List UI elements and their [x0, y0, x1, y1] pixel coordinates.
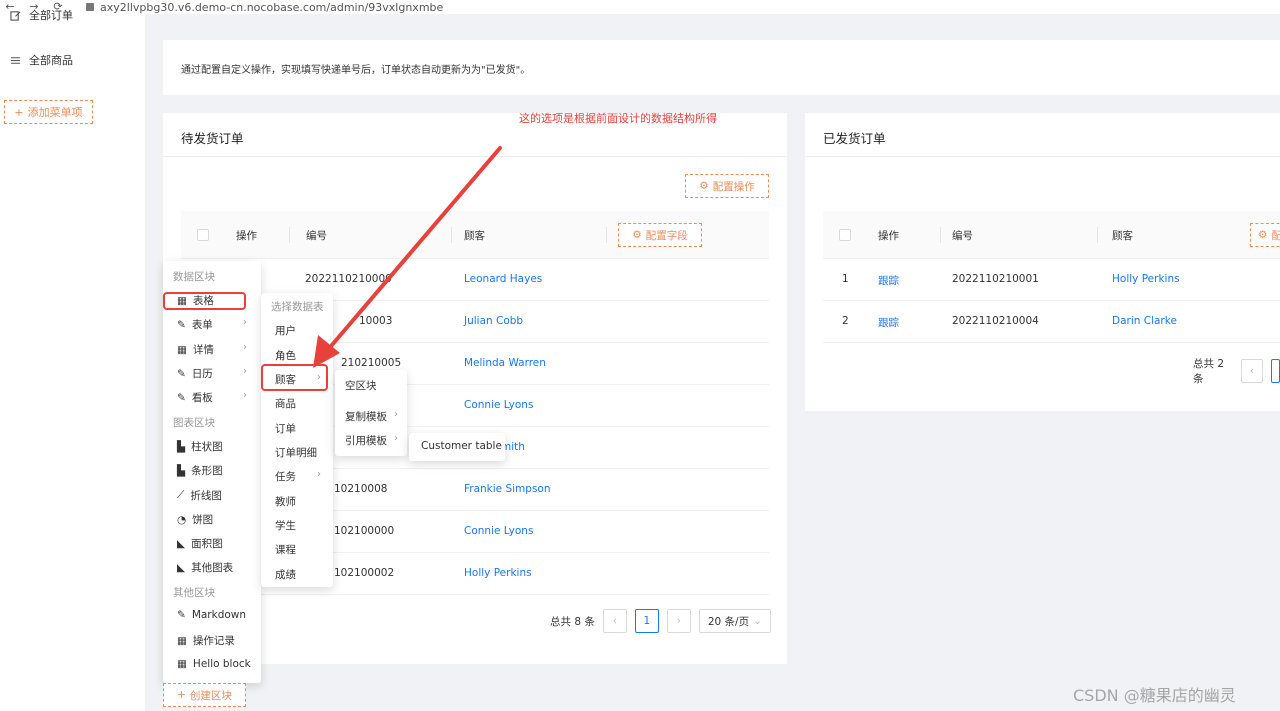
annotation-arrow-icon	[313, 146, 502, 368]
create-block-button[interactable]: + 创建区块	[163, 683, 246, 707]
create-block-label: 创建区块	[189, 689, 232, 702]
plus-icon: +	[177, 689, 186, 701]
watermark-text: CSDN @糖果店的幽灵	[1073, 686, 1236, 705]
